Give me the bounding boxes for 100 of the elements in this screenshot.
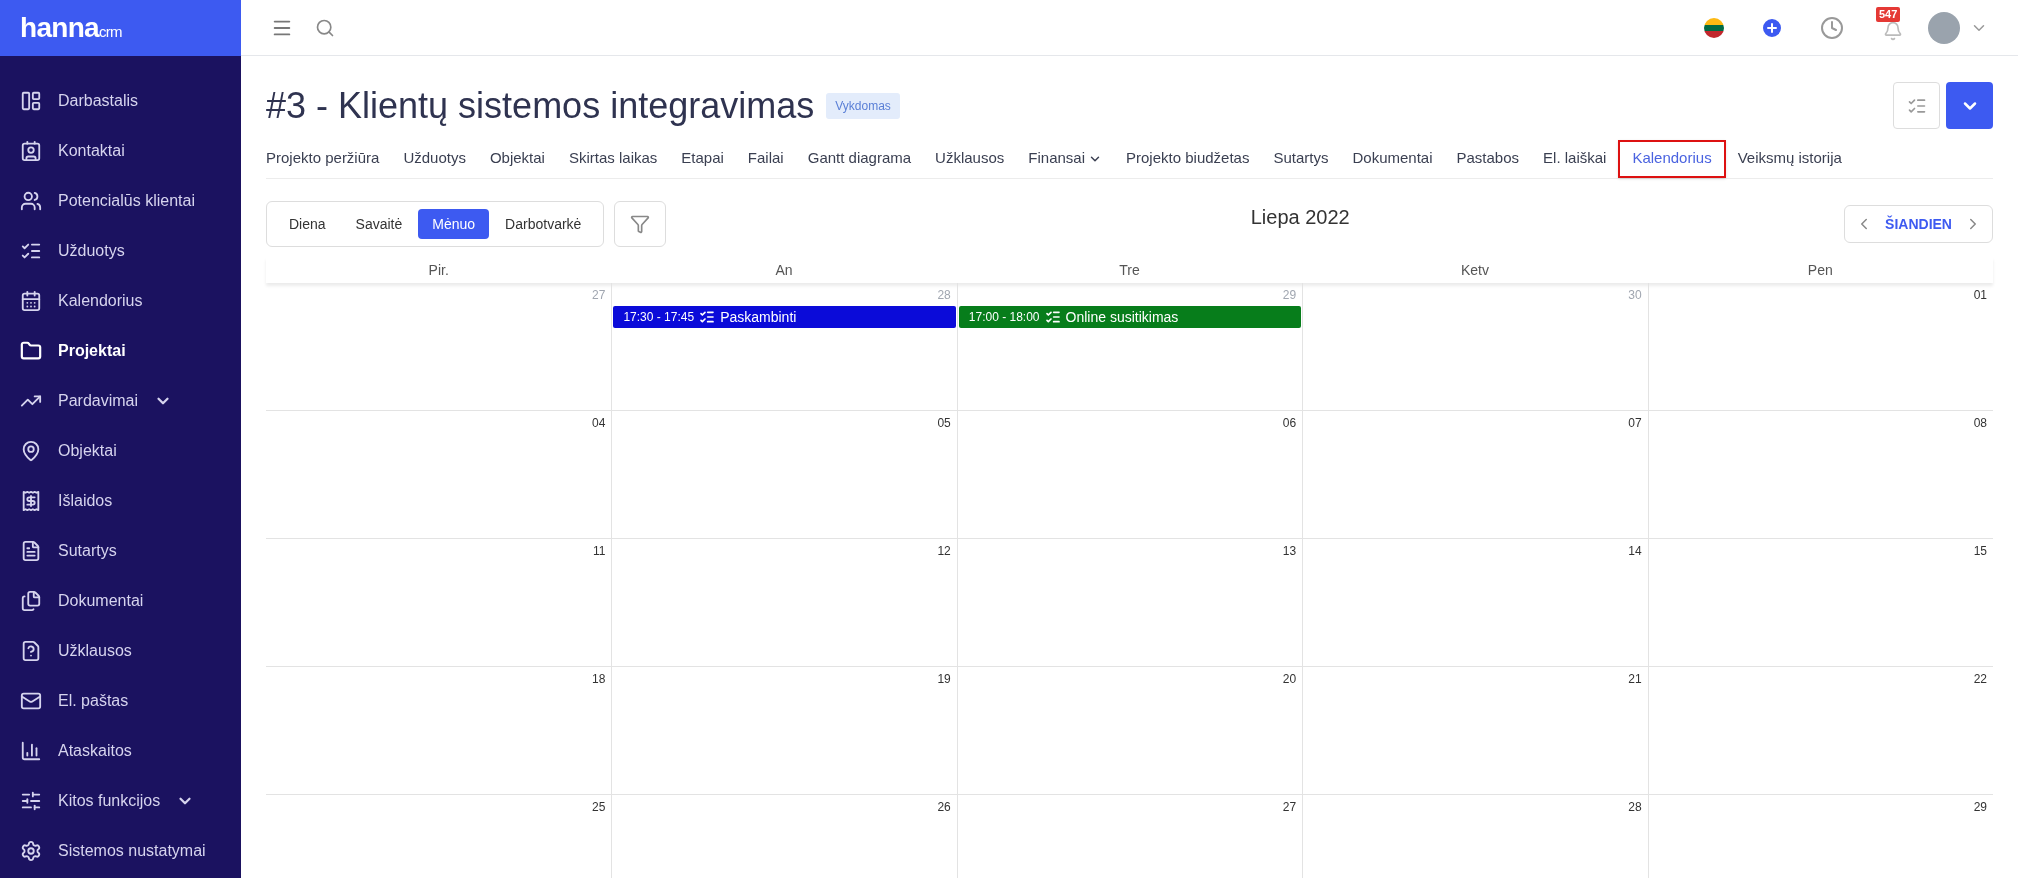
sidebar-item[interactable]: Išlaidos — [0, 476, 241, 526]
tab[interactable]: Užklausos — [923, 139, 1017, 178]
tab[interactable]: Kalendorius — [1618, 139, 1726, 178]
filter-icon — [630, 214, 651, 234]
status-tag: Vykdomas — [826, 92, 900, 119]
sidebar-item[interactable]: Ataskaitos — [0, 726, 241, 776]
sidebar-item[interactable]: Užklausos — [0, 626, 241, 676]
sidebar-item[interactable]: Dokumentai — [0, 576, 241, 626]
day-number: 14 — [1628, 543, 1643, 560]
day-number: 29 — [1973, 799, 1988, 816]
view-button[interactable]: Diena — [275, 209, 340, 239]
day-cell[interactable]: 07 — [1302, 411, 1648, 538]
sidebar-item[interactable]: Sistemos nustatymai — [0, 826, 241, 876]
event-title: Online susitikimas — [1065, 307, 1179, 327]
sidebar-item[interactable]: Projektai — [0, 326, 241, 376]
tab[interactable]: Gantt diagrama — [795, 139, 924, 178]
tab[interactable]: Projekto peržiūra — [266, 139, 392, 178]
day-number: 27 — [1282, 799, 1298, 816]
sidebar-item[interactable]: Darbastalis — [0, 76, 241, 126]
weekday-header: Ketv — [1459, 261, 1490, 280]
layout-icon — [20, 90, 42, 112]
notifications-bell-icon[interactable] — [1883, 20, 1903, 41]
checklist-icon — [699, 309, 716, 325]
view-button[interactable]: Savaitė — [341, 209, 417, 239]
sidebar-item[interactable]: Sutartys — [0, 526, 241, 576]
day-number: 12 — [937, 543, 952, 560]
day-cell[interactable]: 26 — [611, 795, 957, 878]
day-cell[interactable]: 05 — [611, 411, 957, 538]
day-cell[interactable]: 20 — [956, 667, 1303, 794]
day-number: 29 — [1282, 287, 1298, 304]
sidebar-item[interactable]: Kalendorius — [0, 276, 241, 326]
logo[interactable]: hannacrm — [20, 14, 122, 42]
clock-icon[interactable] — [1820, 15, 1844, 40]
people-icon — [20, 190, 42, 212]
calendar-icon — [20, 290, 42, 312]
tab[interactable]: Sutartys — [1261, 139, 1341, 178]
tab[interactable]: Veiksmų istorija — [1725, 139, 1854, 178]
today-button[interactable]: ŠIANDIEN — [1885, 213, 1952, 235]
day-cell[interactable]: 29 — [1647, 795, 1993, 878]
day-cell[interactable]: 21 — [1302, 667, 1648, 794]
day-cell[interactable]: 08 — [1647, 411, 1993, 538]
day-number: 25 — [592, 799, 607, 816]
day-cell[interactable]: 27 — [956, 795, 1303, 878]
day-number: 19 — [937, 671, 952, 688]
event-time: 17:00 - 18:00 — [968, 309, 1040, 326]
day-cell[interactable]: 25 — [266, 795, 612, 878]
tab[interactable]: Objektai — [477, 139, 557, 178]
calendar-event[interactable]: 17:00 - 18:00 Online susitikimas — [958, 306, 1302, 328]
tab[interactable]: Finansai — [1016, 139, 1114, 178]
sidebar-item[interactable]: Užduotys — [0, 226, 241, 276]
day-number: 26 — [937, 799, 952, 816]
tab[interactable]: Pastabos — [1444, 139, 1532, 178]
day-cell[interactable]: 12 — [611, 539, 957, 666]
sidebar-item[interactable]: Kitos funkcijos — [0, 776, 241, 826]
day-number: 08 — [1973, 415, 1988, 432]
calendar-event[interactable]: 17:30 - 17:45 Paskambinti — [613, 306, 956, 328]
day-cell[interactable]: 14 — [1302, 539, 1648, 666]
weekday-header: An — [774, 261, 794, 280]
dropdown-button[interactable] — [1946, 82, 1993, 129]
day-cell[interactable]: 22 — [1647, 667, 1993, 794]
day-cell[interactable]: 15 — [1647, 539, 1993, 666]
notification-badge: 547 — [1876, 6, 1901, 22]
tab[interactable]: Etapai — [669, 139, 736, 178]
sidebar-item[interactable]: Potencialūs klientai — [0, 176, 241, 226]
map-pin-icon — [20, 440, 42, 462]
sidebar-item[interactable]: Objektai — [0, 426, 241, 476]
sidebar-item[interactable]: El. paštas — [0, 676, 241, 726]
day-number: 22 — [1973, 671, 1988, 688]
sidebar-item[interactable]: Kontaktai — [0, 126, 241, 176]
tasks-button[interactable] — [1893, 82, 1940, 129]
tab[interactable]: El. laiškai — [1531, 139, 1619, 178]
day-number: 06 — [1282, 415, 1298, 432]
day-cell[interactable]: 29 17:00 - 18:00 Online susitikimas — [956, 283, 1303, 410]
bar-chart-icon — [20, 740, 42, 762]
day-cell[interactable]: 13 — [956, 539, 1303, 666]
view-button[interactable]: Mėnuo — [418, 209, 490, 239]
day-cell[interactable]: 19 — [611, 667, 957, 794]
day-cell[interactable]: 01 — [1647, 283, 1993, 410]
sidebar-item[interactable]: Pardavimai — [0, 376, 241, 426]
day-cell[interactable]: 28 17:30 - 17:45 Paskambinti — [611, 283, 957, 410]
day-cell[interactable]: 18 — [266, 667, 612, 794]
tab[interactable]: Projekto biudžetas — [1114, 139, 1262, 178]
tab[interactable]: Skirtas laikas — [556, 139, 670, 178]
day-cell[interactable]: 11 — [266, 539, 612, 666]
avatar[interactable] — [1928, 11, 1960, 44]
day-cell[interactable]: 06 — [956, 411, 1303, 538]
documents-icon — [20, 590, 42, 612]
tab[interactable]: Užduotys — [391, 139, 478, 178]
filter-button[interactable] — [614, 201, 667, 247]
day-cell[interactable]: 28 — [1302, 795, 1648, 878]
search-icon[interactable] — [315, 17, 335, 38]
day-number: 07 — [1628, 415, 1643, 432]
weekday-header: Tre — [1118, 261, 1141, 280]
day-cell[interactable]: 04 — [266, 411, 612, 538]
day-number: 21 — [1628, 671, 1643, 688]
flag-icon[interactable] — [1704, 17, 1724, 38]
checklist-icon — [1044, 309, 1061, 325]
view-button[interactable]: Darbotvarkė — [491, 209, 596, 239]
tab[interactable]: Failai — [735, 139, 796, 178]
tab[interactable]: Dokumentai — [1340, 139, 1445, 178]
